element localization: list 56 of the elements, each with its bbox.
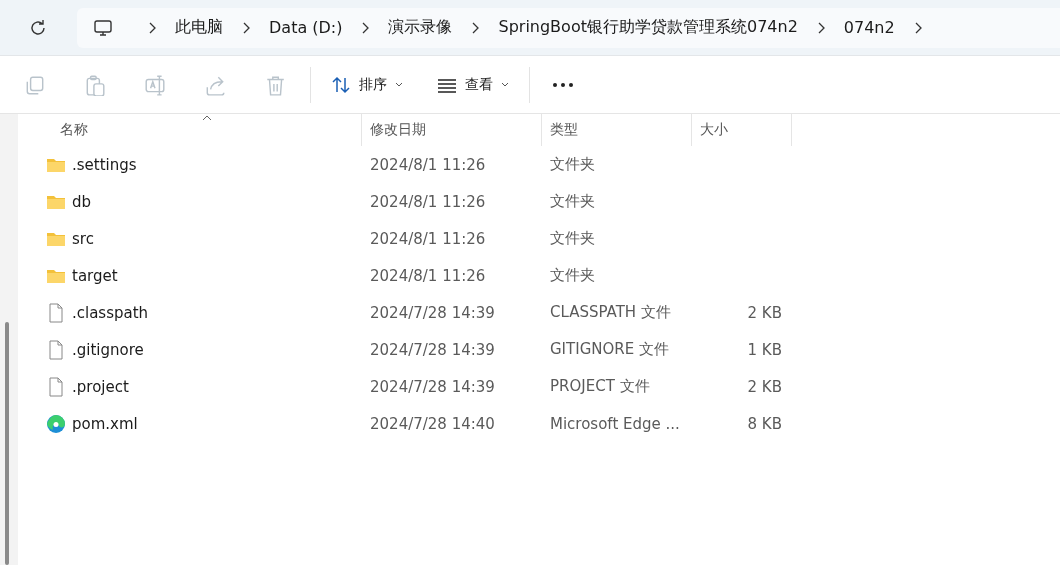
- computer-icon[interactable]: [93, 17, 113, 38]
- file-type: 文件夹: [549, 229, 596, 248]
- sort-button[interactable]: 排序: [327, 70, 407, 99]
- file-name[interactable]: pom.xml: [72, 414, 138, 433]
- column-header[interactable]: 大小: [692, 114, 792, 146]
- more-icon[interactable]: [552, 81, 574, 88]
- file-type: 文件夹: [549, 192, 596, 211]
- breadcrumb[interactable]: 此电脑: [175, 17, 223, 38]
- caret-icon: [395, 81, 403, 88]
- chevron-icon[interactable]: [470, 21, 481, 34]
- file-name[interactable]: target: [72, 266, 118, 285]
- file-type: 文件夹: [549, 155, 596, 174]
- chevron-icon[interactable]: [147, 21, 157, 34]
- file-size: 8 KB: [746, 414, 783, 433]
- chevron-icon[interactable]: [360, 21, 371, 34]
- modified-date: 2024/8/1 11:26: [369, 266, 487, 285]
- file-name[interactable]: .settings: [72, 155, 137, 174]
- file-type: 文件夹: [549, 266, 596, 285]
- file-icon: [46, 376, 66, 397]
- refresh-icon[interactable]: [28, 17, 48, 38]
- scrollbar-thumb[interactable]: [5, 322, 9, 565]
- sort-arrows-icon: [331, 74, 351, 95]
- breadcrumb[interactable]: 074n2: [843, 18, 895, 37]
- file-type: PROJECT 文件: [549, 377, 651, 396]
- modified-date: 2024/8/1 11:26: [369, 155, 487, 174]
- breadcrumb[interactable]: 演示录像: [388, 17, 453, 38]
- modified-date: 2024/7/28 14:39: [369, 377, 496, 396]
- view-button[interactable]: 查看: [433, 70, 513, 99]
- file-name[interactable]: .classpath: [72, 303, 149, 322]
- column-header[interactable]: 修改日期: [362, 114, 542, 146]
- column-header[interactable]: 名称: [18, 114, 362, 146]
- chevron-icon[interactable]: [241, 21, 251, 34]
- breadcrumb[interactable]: SpringBoot银行助学贷款管理系统074n2: [498, 17, 798, 38]
- file-name[interactable]: db: [72, 192, 92, 211]
- file-icon: [46, 339, 66, 360]
- file-type: Microsoft Edge ...: [549, 414, 681, 433]
- file-name[interactable]: .project: [72, 377, 129, 396]
- file-name[interactable]: src: [72, 229, 94, 248]
- file-type: GITIGNORE 文件: [549, 340, 670, 359]
- breadcrumb[interactable]: Data (D:): [269, 18, 343, 37]
- column-header[interactable]: 类型: [542, 114, 692, 146]
- modified-date: 2024/7/28 14:39: [369, 340, 496, 359]
- file-size: 1 KB: [746, 340, 783, 359]
- address-bar[interactable]: 此电脑 Data (D:) 演示录像 SpringBoot银行助学贷款管理系统074n2 074n2: [77, 7, 1060, 48]
- modified-date: 2024/7/28 14:40: [369, 414, 496, 433]
- file-type: CLASSPATH 文件: [549, 303, 672, 322]
- browser-icon: [46, 413, 66, 434]
- file-name[interactable]: .gitignore: [72, 340, 144, 359]
- modified-date: 2024/7/28 14:39: [369, 303, 496, 322]
- file-icon: [46, 302, 66, 323]
- sort-caret-icon: [202, 115, 212, 121]
- modified-date: 2024/8/1 11:26: [369, 229, 487, 248]
- file-size: 2 KB: [746, 377, 783, 396]
- file-size: 2 KB: [746, 303, 783, 322]
- modified-date: 2024/8/1 11:26: [369, 192, 487, 211]
- caret-icon: [501, 81, 509, 88]
